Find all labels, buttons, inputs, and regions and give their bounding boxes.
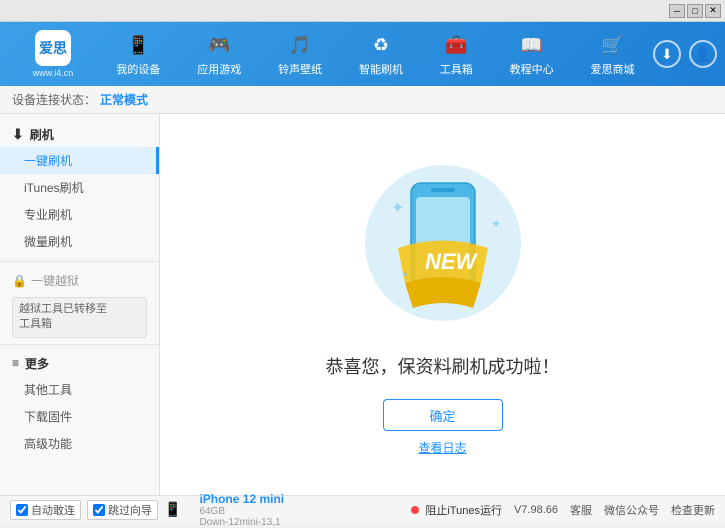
nav-item-tutorial[interactable]: 📖 教程中心 [502,27,562,81]
restore-button[interactable]: □ [687,4,703,18]
logo-icon: 爱思 [35,30,71,66]
ringtones-icon: 🎵 [286,31,314,59]
bottom-bar: 自动敢连 跳过向导 📱 iPhone 12 mini 64GB Down-12m… [0,495,725,523]
nav-label-tutorial: 教程中心 [510,61,554,77]
bottom-right: 阻止iTunes运行 V7.98.66 客服 微信公众号 检查更新 [411,502,715,518]
view-log-link[interactable]: 查看日志 [418,439,466,456]
device-storage: 64GB [199,506,284,517]
nav-item-ringtones[interactable]: 🎵 铃声壁纸 [270,27,330,81]
wechat-official-link[interactable]: 微信公众号 [604,502,659,518]
lock-icon: 🔒 [12,274,27,288]
sidebar-locked-jailbreak: 🔒 一键越狱 [0,268,159,293]
sidebar-item-other-tools[interactable]: 其他工具 [0,376,159,403]
auto-launch-checkbox[interactable] [16,504,28,516]
flash-section-label: 刷机 [30,126,54,143]
tutorial-icon: 📖 [518,31,546,59]
logo-area: 爱思 www.i4.cn [8,30,98,78]
locked-label: 一键越狱 [31,272,79,289]
flash-section-icon: ⬇ [12,126,24,143]
device-model: Down-12mini-13,1 [199,517,284,528]
itunes-status-label: 阻止iTunes运行 [425,505,502,517]
nav-label-my-device: 我的设备 [116,61,160,77]
title-bar: ─ □ ✕ [0,0,725,22]
advanced-label: 高级功能 [24,435,72,452]
sidebar-item-itunes-flash[interactable]: iTunes刷机 [0,174,159,201]
note-line1: 越狱工具已转移至 [19,303,107,315]
sidebar-item-one-click-flash[interactable]: 一键刷机 [0,147,159,174]
sidebar: ⬇ 刷机 一键刷机 iTunes刷机 专业刷机 微量刷机 🔒 一键越狱 越狱工具… [0,114,160,495]
version-label: V7.98.66 [514,504,558,516]
more-section-label: 更多 [25,355,49,372]
other-tools-label: 其他工具 [24,381,72,398]
nav-right: ⬇ 👤 [653,40,717,68]
content-area: ✦ ✦ ✦ NEW 恭喜您，保资料刷机成功啦！ 确定 查看日志 [160,114,725,495]
mall-icon: 🛒 [598,31,626,59]
sidebar-divider-2 [0,344,159,345]
apps-games-icon: 🎮 [205,31,233,59]
note-line2: 工具箱 [19,318,52,330]
customer-service-link[interactable]: 客服 [570,502,592,518]
sidebar-divider-1 [0,261,159,262]
nav-label-toolbox: 工具箱 [440,61,473,77]
itunes-status[interactable]: 阻止iTunes运行 [411,502,502,518]
close-button[interactable]: ✕ [705,4,721,18]
bottom-left: 自动敢连 跳过向导 📱 iPhone 12 mini 64GB Down-12m… [10,492,411,528]
success-text: 恭喜您，保资料刷机成功啦！ [326,353,560,379]
pro-flash-label: 专业刷机 [24,206,72,223]
sidebar-note: 越狱工具已转移至 工具箱 [12,297,147,338]
device-info: iPhone 12 mini 64GB Down-12mini-13,1 [199,492,284,528]
auto-launch-label: 自动敢连 [31,502,75,518]
smart-flash-icon: ♻ [367,31,395,59]
status-label: 设备连接状态： [12,91,96,108]
more-section-header: ≡ 更多 [0,351,159,376]
svg-text:✦: ✦ [401,270,409,281]
auto-launch-checkbox-label[interactable]: 自动敢连 [10,500,81,520]
nav-label-apps-games: 应用游戏 [197,61,241,77]
minimize-button[interactable]: ─ [669,4,685,18]
skip-wizard-checkbox-label[interactable]: 跳过向导 [87,500,158,520]
nav-items: 📱 我的设备 🎮 应用游戏 🎵 铃声壁纸 ♻ 智能刷机 🧰 工具箱 📖 教程中心… [98,27,653,81]
download-button[interactable]: ⬇ [653,40,681,68]
sidebar-item-download-fw[interactable]: 下载固件 [0,403,159,430]
skip-wizard-checkbox[interactable] [93,504,105,516]
download-fw-label: 下载固件 [24,408,72,425]
nav-item-my-device[interactable]: 📱 我的设备 [108,27,168,81]
svg-text:✦: ✦ [491,217,501,231]
user-button[interactable]: 👤 [689,40,717,68]
more-list-icon: ≡ [12,356,19,370]
skip-wizard-label: 跳过向导 [108,502,152,518]
nav-item-mall[interactable]: 🛒 爱思商城 [582,27,642,81]
status-bar: 设备连接状态： 正常模式 [0,86,725,114]
toolbox-icon: 🧰 [442,31,470,59]
nav-item-smart-flash[interactable]: ♻ 智能刷机 [351,27,411,81]
flash-section-header: ⬇ 刷机 [0,122,159,147]
main-layout: ⬇ 刷机 一键刷机 iTunes刷机 专业刷机 微量刷机 🔒 一键越狱 越狱工具… [0,114,725,495]
sidebar-item-pro-flash[interactable]: 专业刷机 [0,201,159,228]
my-device-icon: 📱 [124,31,152,59]
itunes-dot [411,506,419,514]
success-illustration: ✦ ✦ ✦ NEW [343,153,543,353]
sidebar-item-ipsw-flash[interactable]: 微量刷机 [0,228,159,255]
nav-label-mall: 爱思商城 [590,61,634,77]
nav-item-toolbox[interactable]: 🧰 工具箱 [432,27,481,81]
one-click-flash-label: 一键刷机 [24,152,72,169]
device-name: iPhone 12 mini [199,492,284,506]
check-update-link[interactable]: 检查更新 [671,502,715,518]
logo-text: www.i4.cn [33,68,74,78]
status-value: 正常模式 [100,91,148,108]
svg-text:NEW: NEW [425,249,479,274]
top-nav: 爱思 www.i4.cn 📱 我的设备 🎮 应用游戏 🎵 铃声壁纸 ♻ 智能刷机… [0,22,725,86]
confirm-button[interactable]: 确定 [383,399,503,431]
svg-text:✦: ✦ [391,200,404,217]
nav-item-apps-games[interactable]: 🎮 应用游戏 [189,27,249,81]
sidebar-item-advanced[interactable]: 高级功能 [0,430,159,457]
device-icon: 📱 [164,501,181,518]
illustration-svg: ✦ ✦ ✦ NEW [343,153,543,353]
nav-label-ringtones: 铃声壁纸 [278,61,322,77]
ipsw-flash-label: 微量刷机 [24,233,72,250]
nav-label-smart-flash: 智能刷机 [359,61,403,77]
itunes-flash-label: iTunes刷机 [24,179,84,196]
